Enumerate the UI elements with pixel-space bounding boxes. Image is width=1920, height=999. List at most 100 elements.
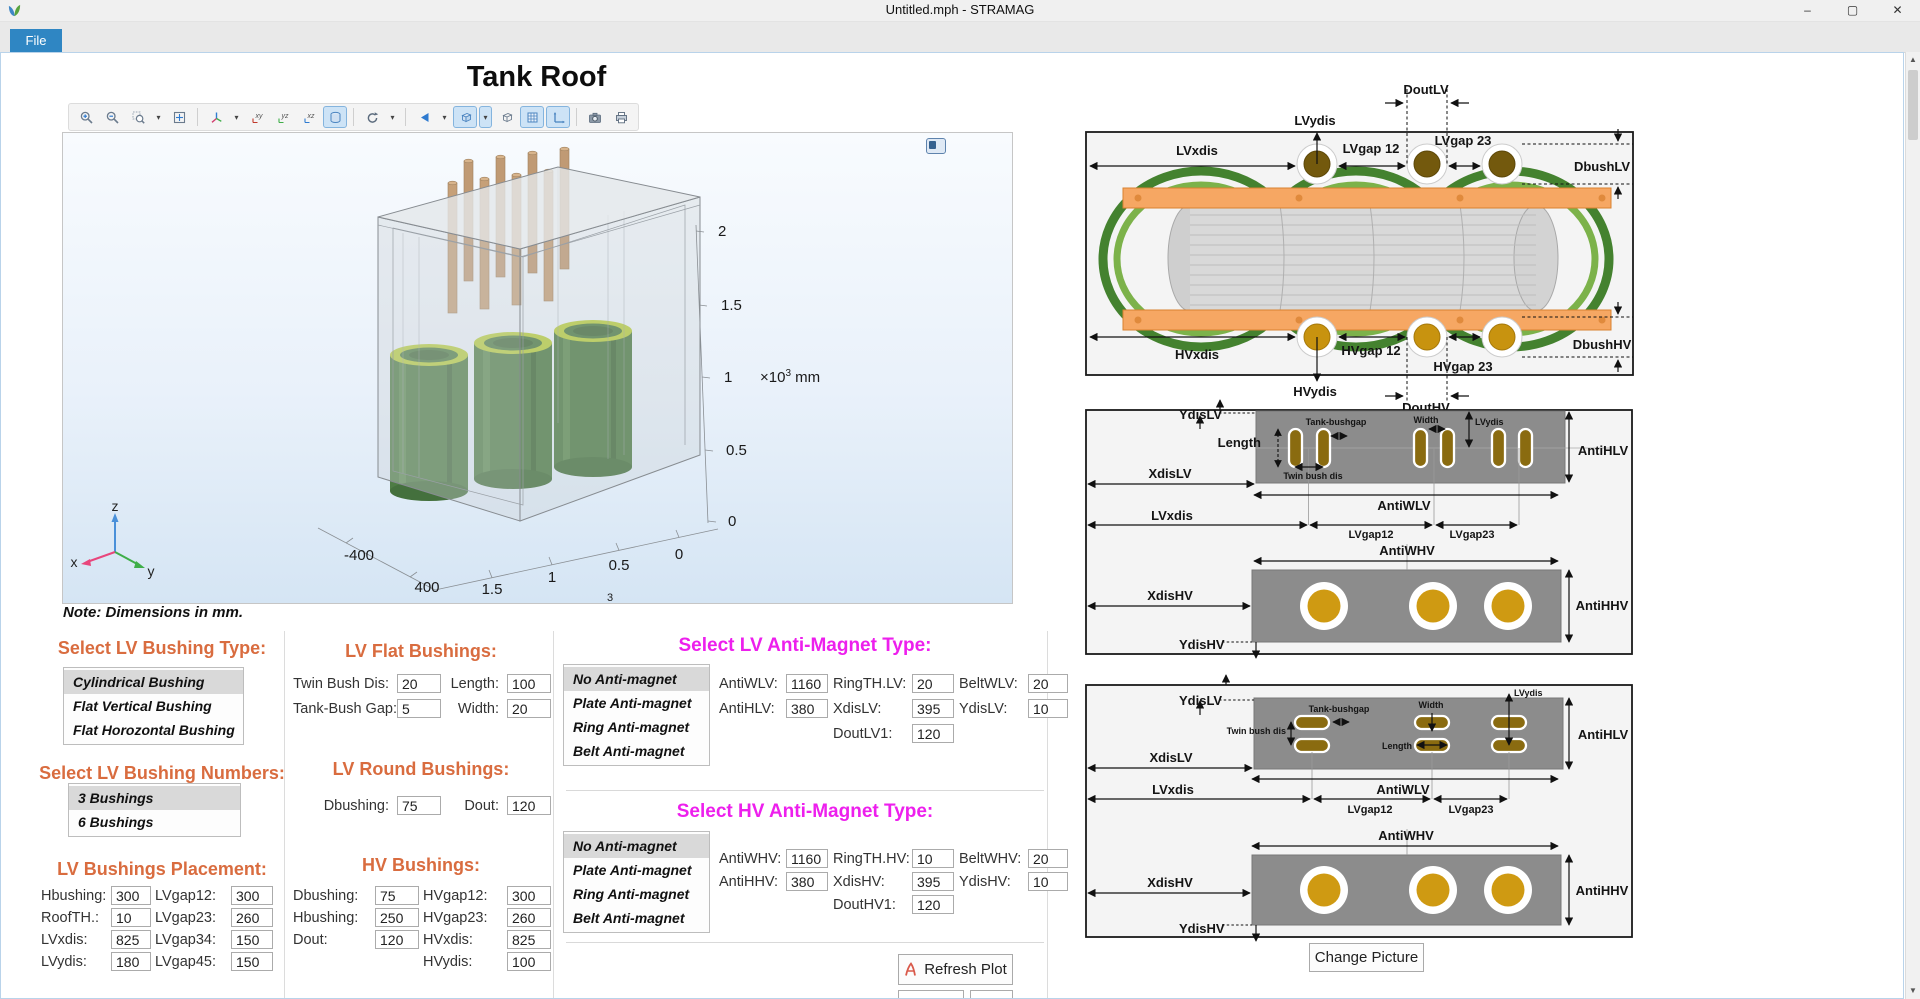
cut-off-field[interactable]	[898, 990, 964, 999]
length-field[interactable]	[507, 674, 551, 693]
list-item[interactable]: Ring Anti-magnet	[564, 715, 709, 739]
minimize-button[interactable]: –	[1785, 0, 1830, 21]
graphics-canvas[interactable]: 2 1.5 1 0.5 0 ×103 mm -400 400 1.5 1 0.5…	[62, 132, 1013, 604]
print-icon[interactable]	[609, 106, 633, 128]
lvgap23-field[interactable]	[231, 908, 273, 927]
view-yz-icon[interactable]: yz	[271, 106, 295, 128]
antihlv-field[interactable]	[786, 699, 828, 718]
go-to-view-caret[interactable]: ▾	[230, 106, 243, 128]
transparency-icon[interactable]	[453, 106, 477, 128]
refresh-plot-button[interactable]: Refresh Plot	[898, 954, 1013, 985]
view-xy-icon[interactable]: xy	[245, 106, 269, 128]
triad-z-label: z	[112, 498, 119, 514]
list-item[interactable]: Belt Anti-magnet	[564, 739, 709, 763]
close-button[interactable]: ✕	[1875, 0, 1920, 21]
list-item[interactable]: Ring Anti-magnet	[564, 882, 709, 906]
list-item[interactable]: Cylindrical Bushing	[64, 670, 243, 694]
lv-flat-header: LV Flat Bushings:	[289, 641, 553, 662]
douthv1-field[interactable]	[912, 895, 954, 914]
hvgap12-field[interactable]	[507, 886, 551, 905]
axes-icon[interactable]	[546, 106, 570, 128]
hbushing-hv-field[interactable]	[375, 908, 419, 927]
list-item[interactable]: Flat Horozontal Bushing	[64, 718, 243, 742]
beltwhv-field[interactable]	[1028, 849, 1068, 868]
scroll-down-arrow[interactable]: ▼	[1906, 983, 1920, 999]
zoom-out-icon[interactable]	[100, 106, 124, 128]
list-item[interactable]: Plate Anti-magnet	[564, 691, 709, 715]
zoom-box-icon[interactable]	[126, 106, 150, 128]
antiwlv-field[interactable]	[786, 674, 828, 693]
change-picture-button[interactable]: Change Picture	[1309, 943, 1424, 972]
lv-round-fields: Dbushing: Dout:	[293, 796, 551, 815]
svg-text:xy: xy	[254, 113, 263, 120]
ydishv-field[interactable]	[1028, 872, 1068, 891]
tank-bush-gap-field[interactable]	[397, 699, 441, 718]
field-label: LVgap12:	[155, 888, 227, 904]
hvxdis-field[interactable]	[507, 930, 551, 949]
rotate-caret[interactable]: ▾	[386, 106, 399, 128]
cut-off-field[interactable]	[970, 990, 1013, 999]
xdislv-field[interactable]	[912, 699, 954, 718]
scene-light-icon[interactable]	[412, 106, 436, 128]
twin-bush-dis-field[interactable]	[397, 674, 441, 693]
dbushing-lv-field[interactable]	[397, 796, 441, 815]
grid-icon[interactable]	[520, 106, 544, 128]
lvgap34-field[interactable]	[231, 930, 273, 949]
image-snapshot-icon[interactable]	[583, 106, 607, 128]
roofth-field[interactable]	[111, 908, 151, 927]
divider	[566, 790, 1044, 791]
hvgap23-field[interactable]	[507, 908, 551, 927]
view-xz-icon[interactable]: xz	[297, 106, 321, 128]
lvgap45-field[interactable]	[231, 952, 273, 971]
list-item[interactable]: Plate Anti-magnet	[564, 858, 709, 882]
ydislv-field[interactable]	[1028, 699, 1068, 718]
dim-label: LVgap 23	[1435, 133, 1492, 148]
zoom-box-caret[interactable]: ▾	[152, 106, 165, 128]
go-to-default-view-icon[interactable]	[204, 106, 228, 128]
lv-bushing-numbers-list: 3 Bushings 6 Bushings	[68, 783, 241, 837]
xdishv-field[interactable]	[912, 872, 954, 891]
width-field[interactable]	[507, 699, 551, 718]
zoom-extents-icon[interactable]	[167, 106, 191, 128]
file-tab[interactable]: File	[10, 29, 62, 52]
scroll-up-arrow[interactable]: ▲	[1906, 52, 1920, 68]
y-tick: 1	[548, 569, 556, 586]
vertical-scrollbar[interactable]: ▲ ▼	[1905, 52, 1920, 999]
dim-label: Width	[1414, 415, 1439, 425]
y-tick: 1.5	[482, 581, 503, 598]
wireframe-icon[interactable]	[494, 106, 518, 128]
orthographic-projection-icon[interactable]	[323, 106, 347, 128]
list-item[interactable]: Belt Anti-magnet	[564, 906, 709, 930]
lvgap12-field[interactable]	[231, 886, 273, 905]
ringthhv-field[interactable]	[912, 849, 954, 868]
antihhv-field[interactable]	[786, 872, 828, 891]
transformer-model	[378, 147, 700, 521]
list-item[interactable]: No Anti-magnet	[564, 834, 709, 858]
lv-bushing-type-header: Select LV Bushing Type:	[36, 638, 288, 659]
dbushing-hv-field[interactable]	[375, 886, 419, 905]
field-label: LVxdis:	[41, 932, 107, 948]
doutlv1-field[interactable]	[912, 724, 954, 743]
transparency-caret[interactable]: ▾	[479, 106, 492, 128]
lvydis-field[interactable]	[111, 952, 151, 971]
dim-label: Twin bush dis	[1227, 726, 1286, 736]
list-item[interactable]: No Anti-magnet	[564, 667, 709, 691]
zoom-in-icon[interactable]	[74, 106, 98, 128]
lvxdis-field[interactable]	[111, 930, 151, 949]
hbushing-field[interactable]	[111, 886, 151, 905]
scene-light-caret[interactable]: ▾	[438, 106, 451, 128]
dout-lv-field[interactable]	[507, 796, 551, 815]
beltwlv-field[interactable]	[1028, 674, 1068, 693]
rotate-icon[interactable]	[360, 106, 384, 128]
list-item[interactable]: Flat Vertical Bushing	[64, 694, 243, 718]
plot-overlay-icon[interactable]	[926, 138, 946, 154]
hvydis-field[interactable]	[507, 952, 551, 971]
list-item[interactable]: 6 Bushings	[69, 810, 240, 834]
maximize-button[interactable]: ▢	[1830, 0, 1875, 21]
scrollbar-thumb[interactable]	[1908, 70, 1918, 140]
dim-label: AntiHHV	[1576, 883, 1629, 898]
dout-hv-field[interactable]	[375, 930, 419, 949]
ringthlv-field[interactable]	[912, 674, 954, 693]
antiwhv-field[interactable]	[786, 849, 828, 868]
list-item[interactable]: 3 Bushings	[69, 786, 240, 810]
